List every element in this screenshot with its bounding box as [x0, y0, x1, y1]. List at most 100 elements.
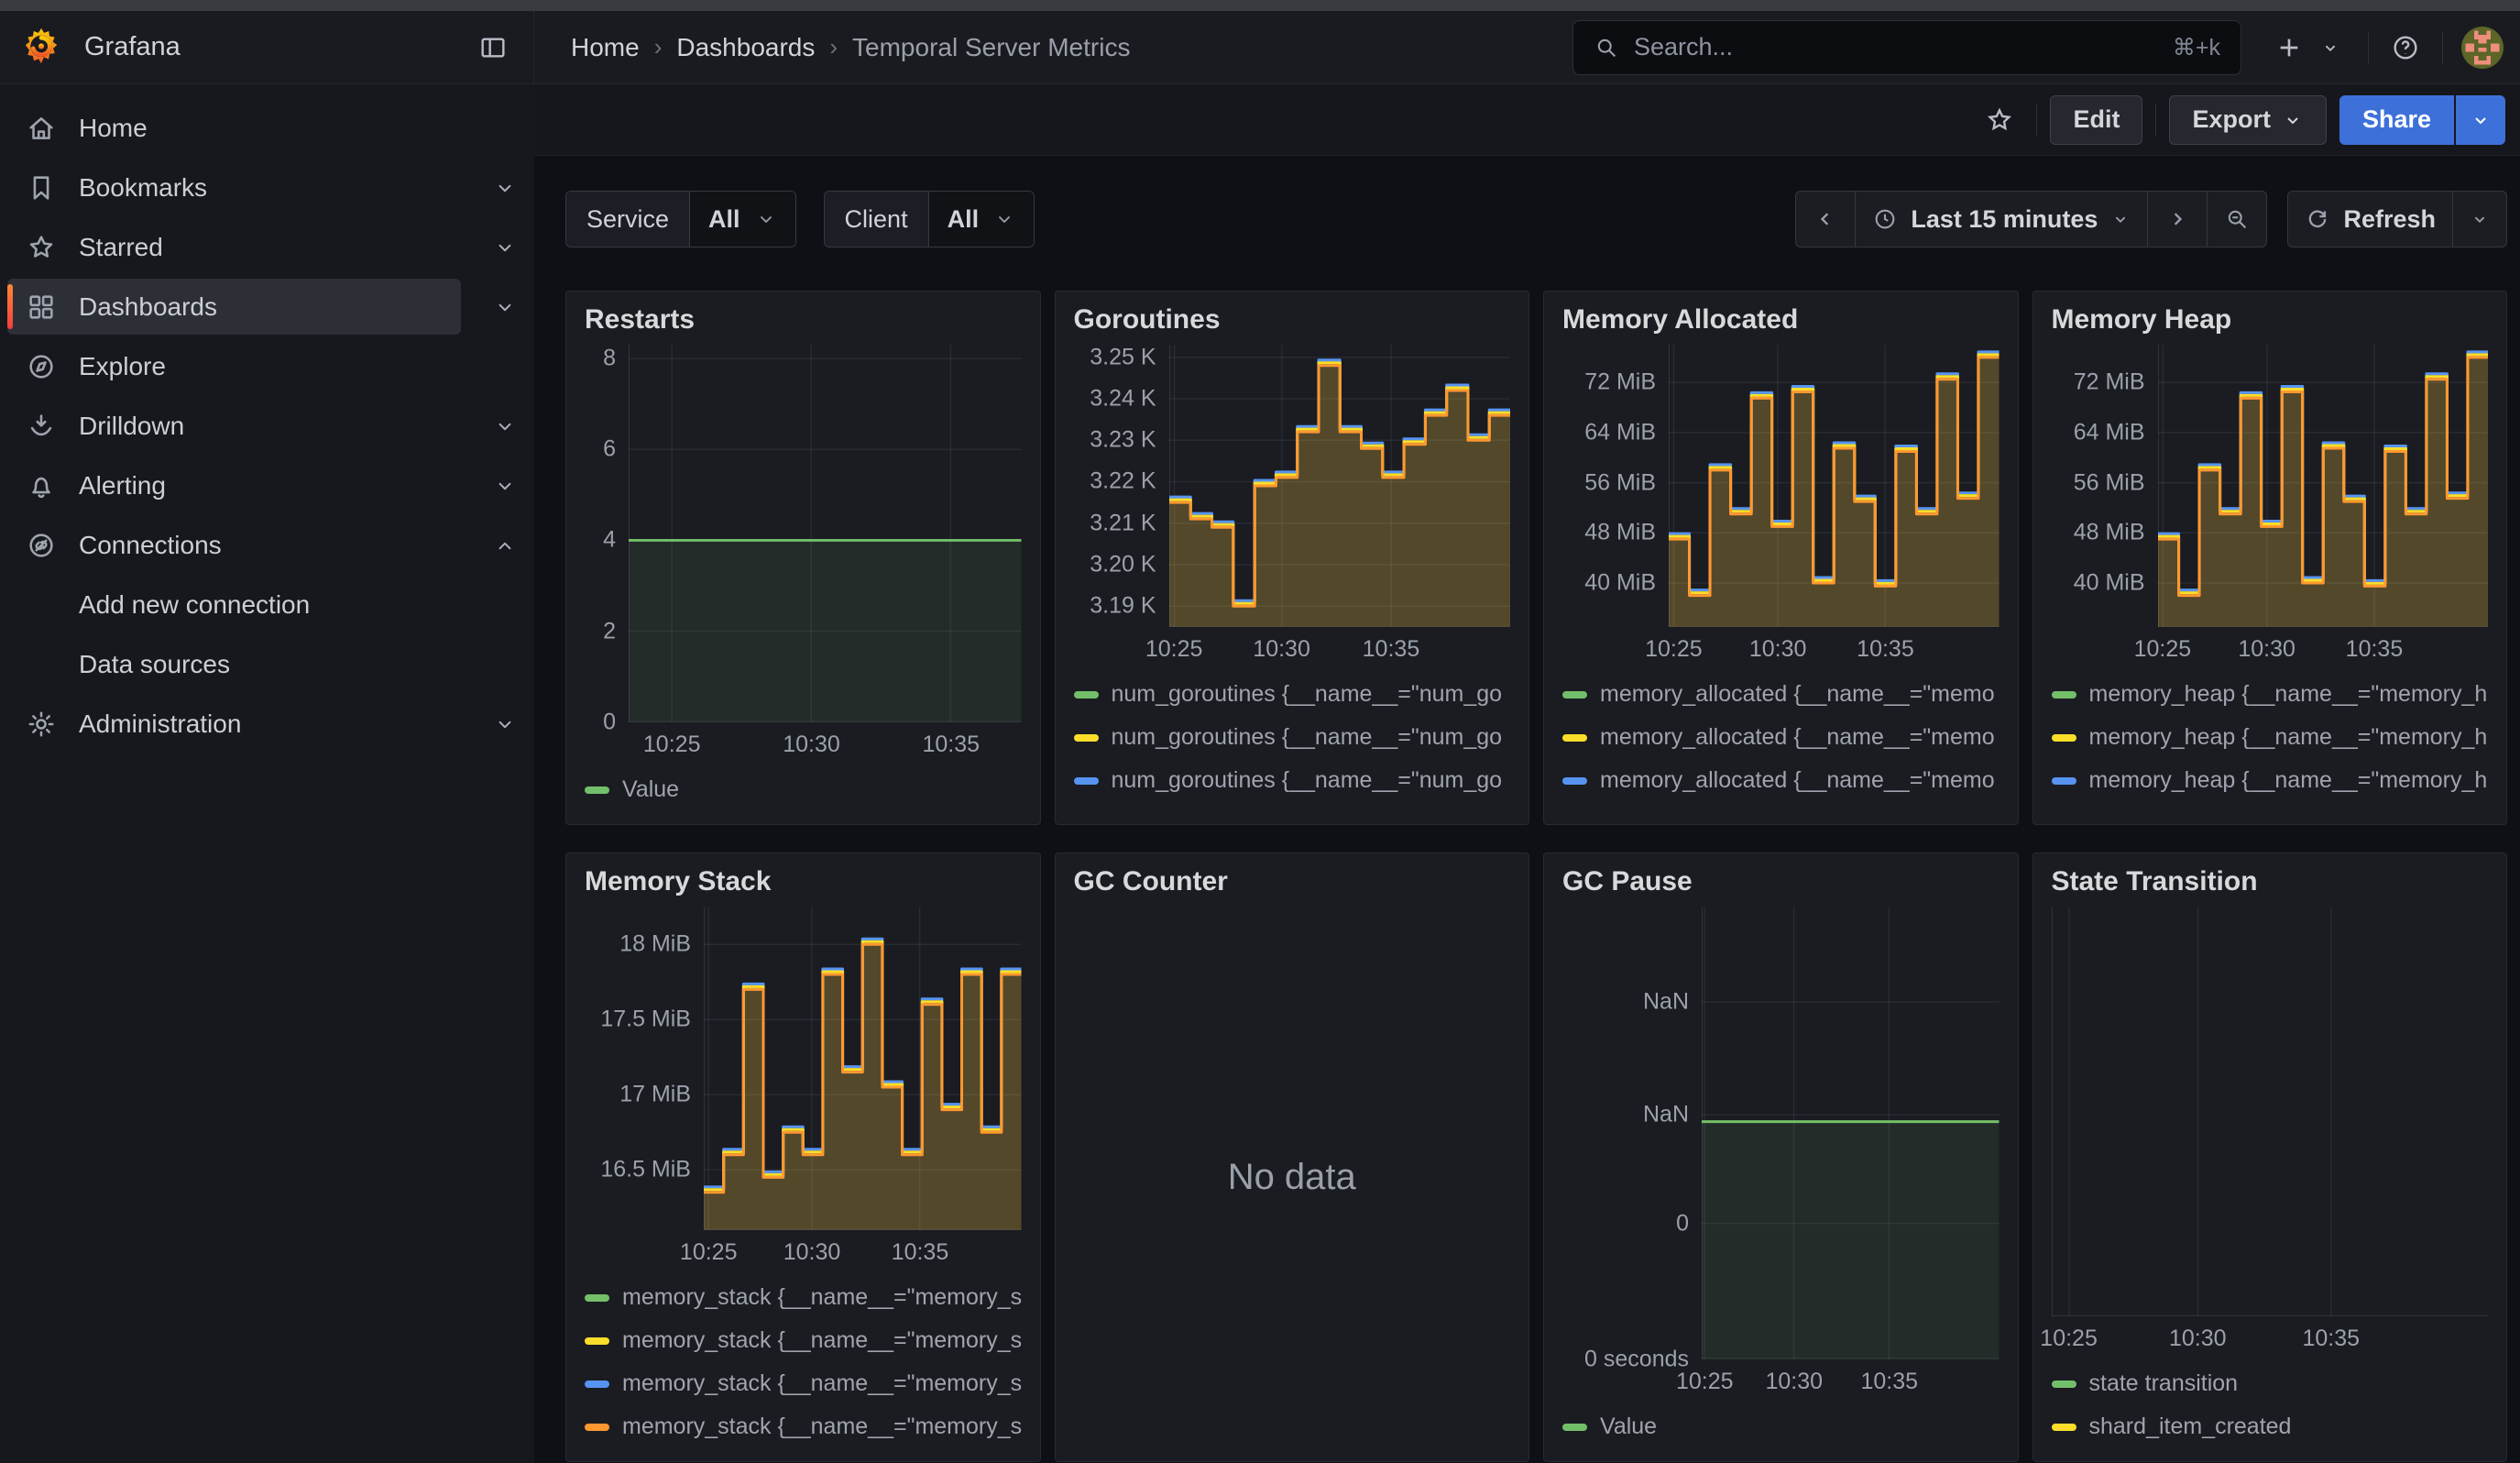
share-caret-button[interactable]: [2456, 95, 2505, 145]
chevron-down-icon: [2110, 209, 2131, 229]
legend-item[interactable]: memory_heap {__name__="memory_h: [2052, 716, 2489, 759]
sidebar-item-connections[interactable]: Connections: [7, 517, 461, 573]
sidebar-item-explore[interactable]: Explore: [7, 338, 461, 394]
variable-value[interactable]: All: [690, 192, 795, 247]
sidebar-item-starred[interactable]: Starred: [7, 219, 461, 275]
search-box[interactable]: ⌘+k: [1572, 20, 2241, 75]
variable-client-dropdown[interactable]: ClientAll: [824, 191, 1035, 248]
legend-item[interactable]: memory_allocated {__name__="memo: [1562, 673, 2000, 716]
sidebar-expand-chevron-down-icon[interactable]: [481, 696, 529, 752]
time-shift-back-button[interactable]: [1795, 191, 1856, 248]
refresh-button[interactable]: Refresh: [2287, 191, 2453, 248]
panel-title[interactable]: State Transition: [2052, 866, 2489, 907]
share-button[interactable]: Share: [2339, 95, 2454, 145]
legend-item[interactable]: memory_stack {__name__="memory_s: [585, 1319, 1022, 1362]
sidebar-expand-chevron-down-icon[interactable]: [481, 219, 529, 275]
legend-item[interactable]: memory_heap {__name__="memory_h: [2052, 802, 2489, 811]
y-tick-label: 17.5 MiB: [600, 1006, 691, 1033]
panel-title[interactable]: GC Pause: [1562, 866, 2000, 907]
sidebar-expand-chevron-up-icon[interactable]: [481, 517, 529, 573]
legend-item[interactable]: memory_stack {__name__="memory_s: [585, 1405, 1022, 1448]
legend-item[interactable]: num_goroutines {__name__="num_go: [1074, 716, 1511, 759]
legend-item[interactable]: memory_stack {__name__="memory_s: [585, 1276, 1022, 1319]
y-tick-label: 3.19 K: [1090, 593, 1156, 620]
chevron-down-icon: [493, 176, 517, 200]
panel-title[interactable]: Goroutines: [1074, 304, 1511, 345]
export-button[interactable]: Export: [2169, 95, 2327, 145]
refresh-label: Refresh: [2343, 205, 2436, 234]
panel-title[interactable]: Restarts: [585, 304, 1022, 345]
favorite-star-button[interactable]: [1976, 96, 2023, 144]
chevron-down-icon: [493, 236, 517, 259]
x-axis-labels: 10:2510:3010:35: [585, 1230, 1022, 1270]
panel-memory-allocated: Memory Allocated 72 MiB64 MiB56 MiB48 Mi…: [1543, 291, 2019, 825]
add-new-caret-button[interactable]: [2315, 24, 2346, 72]
chart-canvas[interactable]: [2158, 345, 2489, 627]
breadcrumb-dashboards[interactable]: Dashboards: [676, 33, 815, 62]
refresh-interval-caret[interactable]: [2452, 191, 2507, 248]
chart-canvas[interactable]: [629, 345, 1022, 722]
sidebar-expand-chevron-down-icon[interactable]: [481, 160, 529, 215]
legend-item[interactable]: num_goroutines {__name__="num_go: [1074, 802, 1511, 811]
add-new-button[interactable]: [2265, 24, 2313, 72]
legend-item[interactable]: shard_item_created: [2052, 1405, 2489, 1448]
variable-value[interactable]: All: [929, 192, 1035, 247]
sidebar-item-home[interactable]: Home: [7, 100, 461, 156]
legend-item[interactable]: memory_heap {__name__="memory_h: [2052, 759, 2489, 802]
legend-item[interactable]: memory_allocated {__name__="memo: [1562, 716, 2000, 759]
sidebar-item-label: Home: [79, 114, 148, 143]
sidebar-item-alerting[interactable]: Alerting: [7, 457, 461, 513]
sidebar-expand-chevron-down-icon[interactable]: [481, 398, 529, 454]
time-range-picker[interactable]: Last 15 minutes: [1855, 191, 2148, 248]
panel-title[interactable]: GC Counter: [1074, 866, 1511, 907]
sidebar-item-data-sources[interactable]: Data sources: [7, 636, 461, 692]
panel-title[interactable]: Memory Allocated: [1562, 304, 2000, 345]
y-tick-label: 64 MiB: [1584, 419, 1656, 446]
sidebar-expand-chevron-down-icon[interactable]: [481, 279, 529, 335]
legend-item[interactable]: num_goroutines {__name__="num_go: [1074, 673, 1511, 716]
legend-item[interactable]: memory_stack {__name__="memory_s: [585, 1362, 1022, 1405]
panel-title[interactable]: Memory Heap: [2052, 304, 2489, 345]
help-button[interactable]: [2382, 24, 2429, 72]
export-label: Export: [2192, 105, 2271, 134]
search-input[interactable]: [1634, 33, 2173, 61]
sidebar-item-drilldown[interactable]: Drilldown: [7, 398, 461, 454]
dashboard-toolbar: Edit Export Share: [534, 84, 2520, 156]
sidebar-item-administration[interactable]: Administration: [7, 696, 461, 752]
chart-canvas[interactable]: [1169, 345, 1511, 627]
chevron-left-icon: [1813, 206, 1838, 232]
header-divider: [2442, 31, 2443, 64]
star-icon: [26, 232, 57, 263]
plug-icon: [26, 530, 57, 561]
panel-title[interactable]: Memory Stack: [585, 866, 1022, 907]
chart-canvas[interactable]: [704, 907, 1022, 1230]
sidebar-expand-chevron-down-icon[interactable]: [481, 457, 529, 513]
legend-item[interactable]: memory_allocated {__name__="memo: [1562, 759, 2000, 802]
breadcrumb-home[interactable]: Home: [571, 33, 640, 62]
y-axis-labels: 86420: [585, 345, 629, 722]
edit-button[interactable]: Edit: [2050, 95, 2142, 145]
sidebar-item-dashboards[interactable]: Dashboards: [7, 279, 461, 335]
legend-item[interactable]: Value: [1562, 1405, 2000, 1448]
product-name: Grafana: [84, 32, 469, 62]
chart-canvas[interactable]: [2052, 907, 2489, 1316]
legend-item[interactable]: Value: [585, 768, 1022, 811]
chart-canvas[interactable]: [1669, 345, 2000, 627]
legend-item[interactable]: state transition: [2052, 1362, 2489, 1405]
user-avatar[interactable]: [2461, 27, 2504, 69]
sidebar-item-label: Data sources: [79, 650, 230, 679]
chart-canvas[interactable]: [1702, 907, 2000, 1359]
panel-grid: Restarts 86420 10:2510:3010:35 Value Gorou…: [565, 291, 2507, 1462]
zoom-out-button[interactable]: [2207, 191, 2267, 248]
y-tick-label: 40 MiB: [1584, 570, 1656, 597]
sidebar-item-add-new-connection[interactable]: Add new connection: [7, 577, 461, 632]
time-shift-forward-button[interactable]: [2147, 191, 2208, 248]
legend-item[interactable]: memory_heap {__name__="memory_h: [2052, 673, 2489, 716]
chevron-down-icon: [993, 208, 1015, 230]
sidebar-nav: Home BookmarksStarredDashboardsExploreDri…: [0, 84, 534, 1463]
legend-item[interactable]: memory_allocated {__name__="memo: [1562, 802, 2000, 811]
sidebar-item-bookmarks[interactable]: Bookmarks: [7, 160, 461, 215]
dock-menu-toggle-icon[interactable]: [469, 24, 517, 72]
legend-item[interactable]: num_goroutines {__name__="num_go: [1074, 759, 1511, 802]
variable-service-dropdown[interactable]: ServiceAll: [565, 191, 796, 248]
